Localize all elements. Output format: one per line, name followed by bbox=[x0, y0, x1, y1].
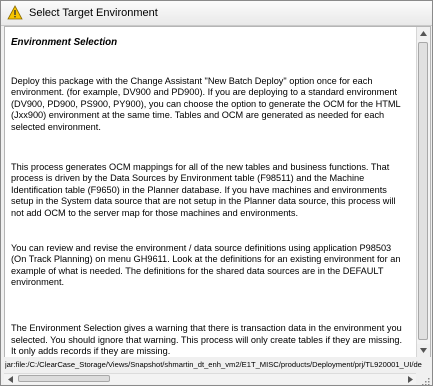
status-bar: jar:file:/C:/ClearCase_Storage/Views/Sna… bbox=[1, 357, 432, 386]
scroll-up-arrow-icon[interactable] bbox=[417, 27, 430, 40]
java-warning-icon bbox=[7, 5, 23, 21]
document-body: Environment Selection Deploy this packag… bbox=[5, 27, 415, 357]
dialog-window: Select Target Environment Environment Se… bbox=[0, 0, 433, 386]
content-pane[interactable]: Environment Selection Deploy this packag… bbox=[4, 26, 431, 358]
paragraph-warning: The Environment Selection gives a warnin… bbox=[11, 322, 403, 357]
horizontal-scrollbar[interactable] bbox=[4, 373, 416, 384]
vertical-scrollbar[interactable] bbox=[416, 27, 430, 357]
resize-grip-icon[interactable] bbox=[420, 373, 430, 386]
status-url: jar:file:/C:/ClearCase_Storage/Views/Sna… bbox=[5, 360, 422, 369]
scroll-left-arrow-icon[interactable] bbox=[4, 374, 16, 384]
paragraph-ocm: This process generates OCM mappings for … bbox=[11, 161, 396, 218]
window-title: Select Target Environment bbox=[29, 7, 158, 19]
paragraph-deploy: Deploy this package with the Change Assi… bbox=[11, 75, 401, 132]
scroll-right-arrow-icon[interactable] bbox=[404, 374, 416, 384]
title-bar[interactable]: Select Target Environment bbox=[1, 1, 432, 26]
scroll-down-arrow-icon[interactable] bbox=[417, 344, 430, 357]
paragraph-review: You can review and revise the environmen… bbox=[11, 242, 401, 288]
horizontal-scroll-thumb[interactable] bbox=[18, 375, 110, 382]
vertical-scroll-thumb[interactable] bbox=[418, 42, 428, 340]
section-heading: Environment Selection bbox=[11, 37, 118, 48]
